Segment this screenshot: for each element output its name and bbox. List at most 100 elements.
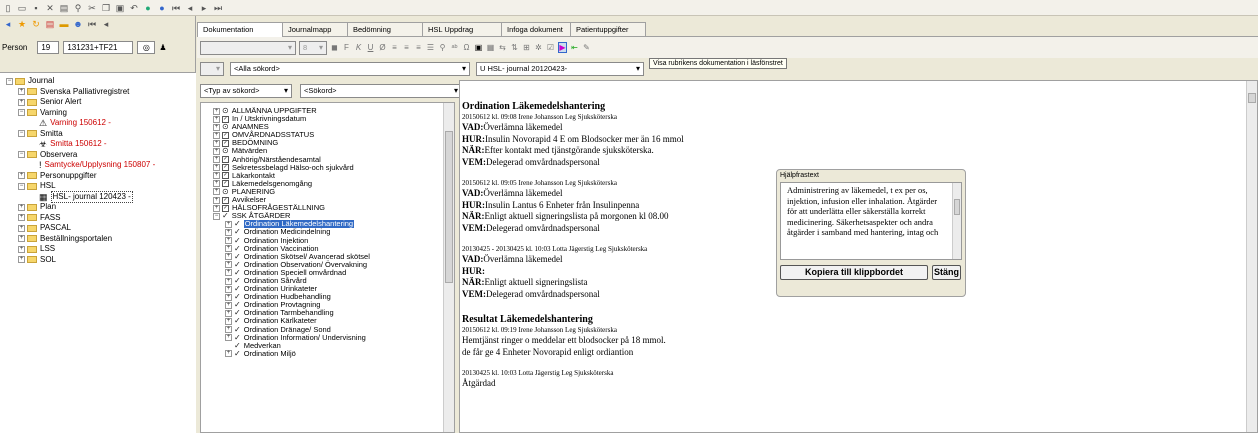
tree-item[interactable]: + LSS [0, 244, 196, 255]
help-scrollbar[interactable] [952, 183, 961, 259]
collapse-icon[interactable]: − [18, 151, 25, 159]
first-icon[interactable]: ⏮ [171, 3, 181, 13]
expand-icon[interactable]: + [18, 214, 25, 222]
expand-icon[interactable]: + [213, 180, 220, 188]
tree-item[interactable]: + Senior Alert [0, 97, 196, 108]
cut-icon[interactable]: ✂ [87, 3, 97, 13]
person-icon[interactable]: ♟ [159, 43, 166, 52]
expand-icon[interactable]: + [225, 285, 232, 293]
expand-icon[interactable]: + [225, 261, 232, 269]
expand-icon[interactable]: + [225, 228, 232, 236]
tab-bedo-mning[interactable]: Bedömning [347, 22, 423, 36]
new-icon[interactable]: ▯ [3, 3, 13, 13]
settings-icon[interactable]: ✲ [534, 43, 543, 52]
italic-icon[interactable]: K [354, 43, 363, 52]
expand-icon[interactable]: + [18, 172, 25, 180]
expand-icon[interactable]: + [225, 350, 232, 358]
expand-icon[interactable]: + [213, 123, 220, 131]
align-center-icon[interactable]: ≡ [402, 43, 411, 52]
symbol-icon[interactable]: Ω [462, 43, 471, 52]
expand-icon[interactable]: + [213, 131, 220, 139]
save-icon[interactable]: ▪ [31, 3, 41, 13]
move-icon[interactable]: ⇅ [510, 43, 519, 52]
copy-icon[interactable]: ❐ [101, 3, 111, 13]
scroll-thumb[interactable] [445, 131, 453, 283]
search-icon[interactable]: ⚲ [73, 3, 83, 13]
expand-icon[interactable]: + [225, 293, 232, 301]
tree-item[interactable]: ! Samtycke/Upplysning 150807 - [0, 160, 196, 171]
keyword-scrollbar[interactable] [443, 103, 454, 432]
close-button[interactable]: Stäng [932, 265, 961, 280]
undo-icon[interactable]: ↶ [129, 3, 139, 13]
tree-item[interactable]: ⚠ Varning 150612 - [0, 118, 196, 129]
tree-item[interactable]: ☣ Smitta 150612 - [0, 139, 196, 150]
person-icon[interactable]: ☻ [73, 19, 83, 29]
lookup-button[interactable]: ◎ [137, 40, 156, 54]
doc-view-icon[interactable]: ▣ [474, 43, 483, 52]
prev-icon[interactable]: ◂ [101, 19, 111, 29]
pin-icon[interactable]: ◂ [3, 19, 13, 29]
tree-item[interactable]: + SOL [0, 255, 196, 266]
expand-icon[interactable]: + [213, 164, 220, 172]
play-icon[interactable]: ▶ [558, 42, 567, 53]
check-icon[interactable]: ☑ [546, 43, 555, 52]
strike-icon[interactable]: Ø [378, 43, 387, 52]
color-icon[interactable]: ◼ [330, 43, 339, 52]
list-icon[interactable]: ☰ [426, 43, 435, 52]
expand-icon[interactable]: + [18, 98, 25, 106]
sokord-filter-select[interactable]: <Alla sökord> [230, 62, 470, 76]
expand-icon[interactable]: + [213, 156, 220, 164]
refresh-icon[interactable]: ↻ [31, 19, 41, 29]
expand-icon[interactable]: + [213, 172, 220, 180]
bold-icon[interactable]: F [342, 43, 351, 52]
collapse-icon[interactable]: − [213, 212, 220, 220]
expand-icon[interactable]: + [225, 277, 232, 285]
expand-icon[interactable]: + [18, 203, 25, 211]
align-right-icon[interactable]: ≡ [414, 43, 423, 52]
expand-icon[interactable]: + [18, 256, 25, 264]
open-icon[interactable]: ▭ [17, 3, 27, 13]
document-scrollbar[interactable] [1246, 81, 1257, 432]
prev-icon[interactable]: ◂ [185, 3, 195, 13]
tab-patientuppgifter[interactable]: Patientuppgifter [570, 22, 646, 36]
tab-journalmapp[interactable]: Journalmapp [282, 22, 348, 36]
help-icon[interactable]: ● [157, 3, 167, 13]
delete-icon[interactable]: ✕ [45, 3, 55, 13]
tree-item[interactable]: − Observera [0, 150, 196, 161]
print-icon[interactable]: ▤ [59, 3, 69, 13]
expand-icon[interactable]: + [213, 115, 220, 123]
tree-item[interactable]: ▦ HSL- journal 120423 - [0, 190, 196, 203]
expand-icon[interactable]: + [213, 107, 220, 115]
first-icon[interactable]: ⏮ [87, 19, 97, 29]
keyword-item[interactable]: + ✓ Ordination Miljö [201, 349, 454, 358]
collapse-icon[interactable]: − [18, 130, 25, 138]
expand-icon[interactable]: + [225, 237, 232, 245]
template-icon[interactable]: ⊞ [522, 43, 531, 52]
tab-hsl-uppdrag[interactable]: HSL Uppdrag [422, 22, 502, 36]
collapse-icon[interactable]: − [18, 182, 25, 190]
expand-icon[interactable]: + [18, 224, 25, 232]
tree-item[interactable]: + Plan [0, 202, 196, 213]
expand-icon[interactable]: + [225, 309, 232, 317]
scroll-thumb[interactable] [954, 199, 960, 215]
info-icon[interactable]: ● [143, 3, 153, 13]
expand-icon[interactable]: + [213, 204, 220, 212]
expand-icon[interactable]: + [225, 334, 232, 342]
pen-icon[interactable]: ✎ [582, 43, 591, 52]
expand-icon[interactable]: + [213, 188, 220, 196]
filter-select[interactable] [200, 62, 224, 76]
expand-icon[interactable]: + [225, 220, 232, 228]
font-select[interactable] [200, 40, 296, 55]
keyword-select[interactable]: <Sökord> [300, 84, 462, 98]
tree-item[interactable]: + Personuppgifter [0, 171, 196, 182]
expand-icon[interactable]: + [18, 245, 25, 253]
expand-icon[interactable]: + [213, 148, 220, 156]
person-id-field[interactable]: 131231+TF21 [63, 40, 134, 54]
tree-item[interactable]: − Journal [0, 76, 196, 87]
expand-icon[interactable]: + [225, 317, 232, 325]
insert-icon[interactable]: ▦ [486, 43, 495, 52]
font-size-select[interactable]: 8 [299, 40, 327, 55]
underline-icon[interactable]: U [366, 43, 375, 52]
show-doc-icon[interactable]: ⇤ [570, 43, 579, 52]
link-icon[interactable]: ⇆ [498, 43, 507, 52]
